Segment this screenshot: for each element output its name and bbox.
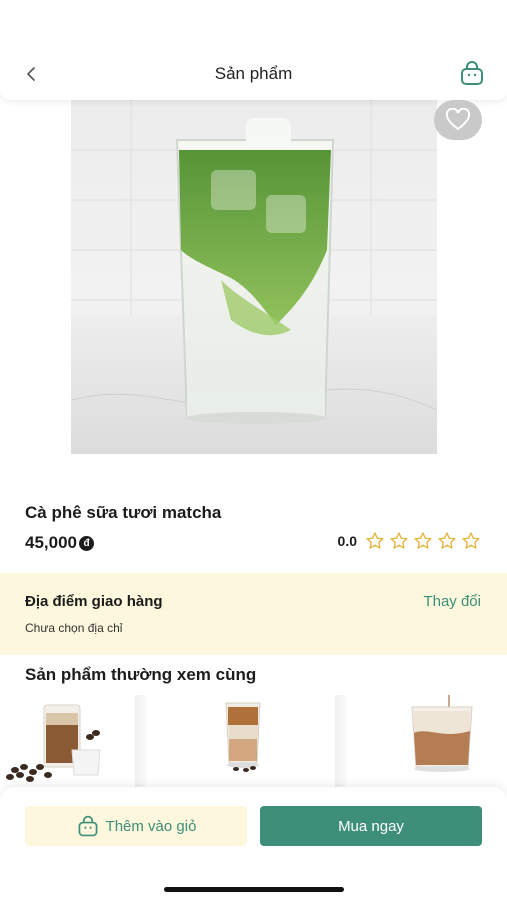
heart-icon xyxy=(445,108,471,131)
delivery-address: Chưa chọn địa chỉ xyxy=(25,621,123,635)
matcha-latte-illustration xyxy=(71,100,437,454)
shopping-bag-icon xyxy=(78,815,97,837)
delivery-section: Địa điểm giao hàng Thay đổi Chưa chọn đị… xyxy=(0,573,507,655)
product-price: 45,000 xyxy=(25,533,77,552)
add-to-cart-label: Thêm vào giỏ xyxy=(105,817,197,835)
add-to-cart-button[interactable]: Thêm vào giỏ xyxy=(25,806,247,846)
product-name: Cà phê sữa tươi matcha xyxy=(25,503,222,522)
related-product-card[interactable] xyxy=(0,695,135,790)
app-header: Sản phẩm xyxy=(0,48,507,100)
change-address-link[interactable]: Thay đổi xyxy=(423,593,481,610)
rating: 0.0 xyxy=(338,531,481,551)
star-icon xyxy=(414,532,432,549)
iced-latte-short-glass xyxy=(411,695,473,772)
home-indicator[interactable] xyxy=(164,887,344,892)
favorite-button[interactable] xyxy=(434,100,482,140)
related-products-list xyxy=(0,695,507,790)
delivery-title: Địa điểm giao hàng xyxy=(25,593,163,610)
star-icon xyxy=(462,532,480,549)
buy-now-button[interactable]: Mua ngay xyxy=(260,806,482,846)
star-icon xyxy=(366,532,384,549)
related-title: Sản phẩm thường xem cùng xyxy=(25,665,257,684)
related-product-card[interactable] xyxy=(352,695,507,790)
back-button[interactable] xyxy=(18,60,46,88)
related-product-card[interactable] xyxy=(158,695,328,790)
bottom-action-bar: Thêm vào giỏ Mua ngay xyxy=(0,787,507,900)
currency-symbol: đ xyxy=(79,535,94,551)
buy-now-label: Mua ngay xyxy=(338,817,404,835)
layered-iced-coffee-tall-glass xyxy=(225,702,261,772)
product-image xyxy=(71,100,437,454)
chevron-left-icon xyxy=(27,67,35,81)
price-row: 45,000 đ xyxy=(25,533,94,553)
card-separator xyxy=(335,695,347,790)
cart-button[interactable] xyxy=(457,58,487,88)
iced-coffee-with-beans xyxy=(6,704,101,782)
rating-value: 0.0 xyxy=(337,533,357,549)
star-icon xyxy=(390,532,408,549)
card-separator xyxy=(135,695,147,790)
page-title: Sản phẩm xyxy=(214,64,293,83)
shopping-bag-icon xyxy=(461,61,483,85)
star-icon xyxy=(438,532,456,549)
